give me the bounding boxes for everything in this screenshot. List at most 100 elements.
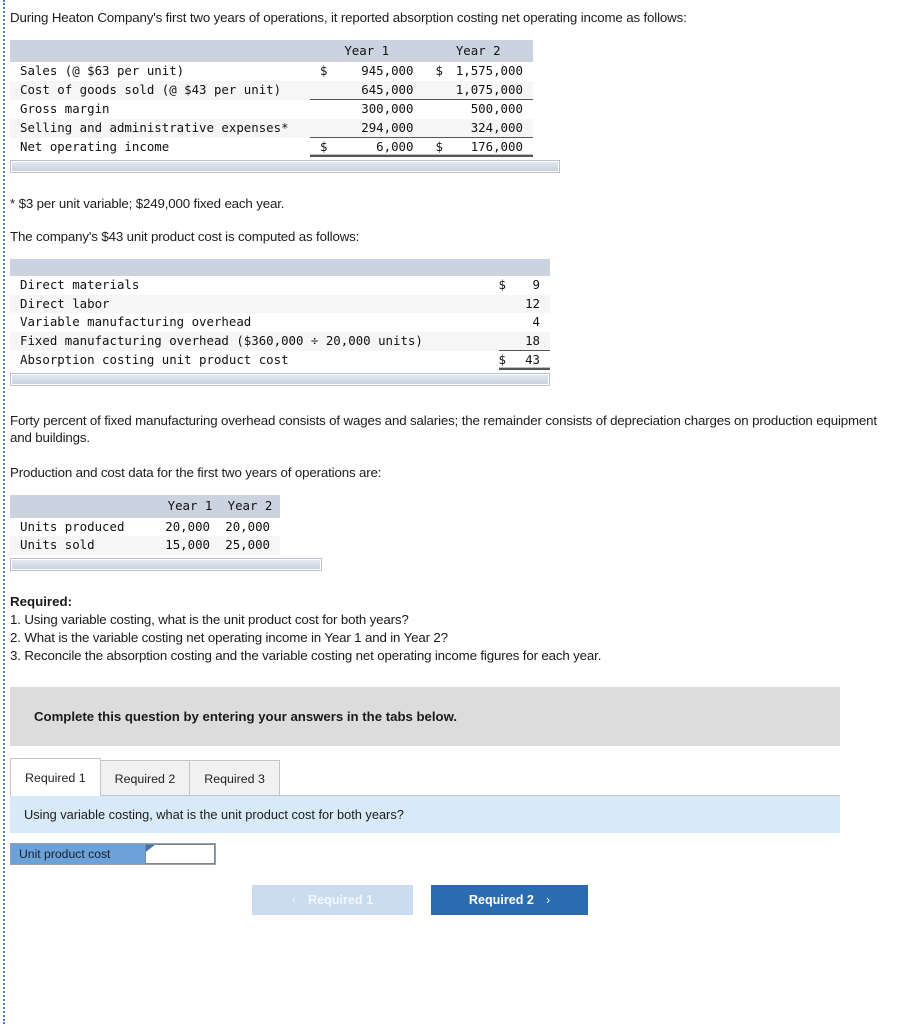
income-statement-table-wrapper: Year 1 Year 2 Sales (@ $63 per unit) $ 9… [10,40,897,174]
unit-cost-header-blank-3 [516,259,550,277]
row-y2-value: 20,000 [225,518,270,534]
unit-cost-header-blank-2 [498,259,516,277]
income-header-blank [10,40,310,63]
nav-button-group: ‹ Required 1 Required 2 › [10,884,897,915]
prev-button-label: Required 1 [308,892,374,907]
unit-cost-head [10,259,550,277]
income-header-year2: Year 2 [423,40,533,63]
chevron-right-icon: › [545,892,551,907]
row-y1-value: 294,000 [337,118,424,139]
row-y1-value: 300,000 [361,101,414,117]
row-y2-symbol [423,80,453,101]
row-label: Units sold [20,537,95,553]
table-row: Direct materials $ 9 [10,276,550,295]
row-label: Net operating income [20,139,170,155]
complete-question-banner: Complete this question by entering your … [10,686,840,746]
row-label: Selling and administrative expenses* [20,119,289,135]
tab-required-3[interactable]: Required 3 [189,759,280,796]
table-header-row: Year 1 Year 2 [10,495,280,518]
production-header-year1: Year 1 [160,495,220,518]
horizontal-scrollbar[interactable] [10,160,560,174]
production-body: Units produced 20,000 20,000 Units sold … [10,517,280,555]
table-row: Units produced 20,000 20,000 [10,517,280,537]
required-title: Required: [10,593,73,609]
horizontal-scrollbar[interactable] [10,373,550,387]
row-symbol: $ [498,277,506,293]
row-label: Fixed manufacturing overhead ($360,000 ÷… [20,332,423,348]
answer-row-label: Unit product cost [11,843,145,864]
row-y1-value: 6,000 [337,137,424,158]
table-row: Selling and administrative expenses* 294… [10,118,533,139]
table-row: Sales (@ $63 per unit) $ 945,000 $ 1,575… [10,62,533,81]
income-header-year1: Year 1 [310,40,424,63]
row-y2-value: 324,000 [452,118,533,139]
income-statement-head: Year 1 Year 2 [10,40,533,63]
row-value: 18 [516,331,550,352]
table-row-total: Net operating income $ 6,000 $ 176,000 [10,137,533,158]
tab-required-1[interactable]: Required 1 [10,757,101,796]
tab-bar: Required 1 Required 2 Required 3 [10,757,897,796]
required-item-2: 2. What is the variable costing net oper… [10,629,448,645]
production-table-wrapper: Year 1 Year 2 Units produced 20,000 20,0… [10,495,897,571]
row-y1-symbol: $ [320,63,328,79]
row-label: Cost of goods sold (@ $43 per unit) [20,82,282,98]
row-y2-value: 1,575,000 [455,63,523,79]
production-table: Year 1 Year 2 Units produced 20,000 20,0… [10,495,280,555]
table-row: Variable manufacturing overhead 4 [10,313,550,332]
row-label: Gross margin [20,100,110,116]
prev-required-1-button[interactable]: ‹ Required 1 [252,884,413,915]
next-button-label: Required 2 [468,892,534,907]
production-intro: Production and cost data for the first t… [10,465,382,481]
row-y1-symbol [310,100,337,119]
row-y1-symbol [310,80,338,101]
row-y2-value: 500,000 [470,101,523,117]
row-y1-value: 945,000 [361,63,414,79]
row-y2-symbol [423,100,452,119]
row-y1-value: 15,000 [165,537,210,553]
intro-paragraph: During Heaton Company's first two years … [10,10,687,25]
required-item-3: 3. Reconcile the absorption costing and … [10,647,602,663]
row-label: Sales (@ $63 per unit) [20,63,185,79]
row-value: 4 [532,314,540,330]
row-label: Absorption costing unit product cost [20,352,289,368]
row-value: 43 [516,350,550,371]
row-value: 12 [525,295,540,311]
row-y1-symbol: $ [310,137,338,158]
scrollbar-thumb[interactable] [11,161,559,173]
overhead-note: Forty percent of fixed manufacturing ove… [10,413,877,446]
row-y2-symbol [423,118,453,139]
question-page: During Heaton Company's first two years … [0,0,897,915]
answer-input-cell[interactable] [145,843,215,864]
table-header-row: Year 1 Year 2 [10,40,533,63]
unit-cost-table: Direct materials $ 9 Direct labor 12 Var… [10,259,550,371]
row-y2-value: 176,000 [452,137,533,158]
table-row: Direct labor 12 [10,294,550,314]
answer-row[interactable]: Unit product cost [10,842,216,865]
unit-product-cost-input[interactable] [146,844,214,863]
row-label: Units produced [20,518,125,534]
income-statement-body: Sales (@ $63 per unit) $ 945,000 $ 1,575… [10,62,533,158]
required-item-1: 1. Using variable costing, what is the u… [10,611,409,627]
horizontal-scrollbar[interactable] [10,557,322,571]
scrollbar-thumb[interactable] [11,374,549,386]
row-y1-value: 20,000 [165,518,210,534]
table-row: Gross margin 300,000 500,000 [10,99,533,119]
scrollbar-thumb[interactable] [11,558,321,570]
unit-cost-table-wrapper: Direct materials $ 9 Direct labor 12 Var… [10,259,897,387]
active-question-text: Using variable costing, what is the unit… [10,794,840,833]
row-label: Variable manufacturing overhead [20,314,252,330]
tab-required-2[interactable]: Required 2 [99,759,191,796]
income-statement-table: Year 1 Year 2 Sales (@ $63 per unit) $ 9… [10,40,533,158]
table-row: Fixed manufacturing overhead ($360,000 ÷… [10,331,550,352]
footnote-text: * $3 per unit variable; $249,000 fixed e… [10,196,285,212]
next-required-2-button[interactable]: Required 2 › [431,884,588,915]
row-symbol [499,295,516,313]
table-header-row [10,259,550,277]
row-label: Direct labor [20,295,110,311]
row-y2-value: 25,000 [225,537,270,553]
table-row: Units sold 15,000 25,000 [10,536,280,555]
table-row-total: Absorption costing unit product cost $ 4… [10,350,550,371]
row-y1-symbol [310,118,338,139]
row-value: 9 [532,277,540,293]
row-symbol [498,331,516,352]
